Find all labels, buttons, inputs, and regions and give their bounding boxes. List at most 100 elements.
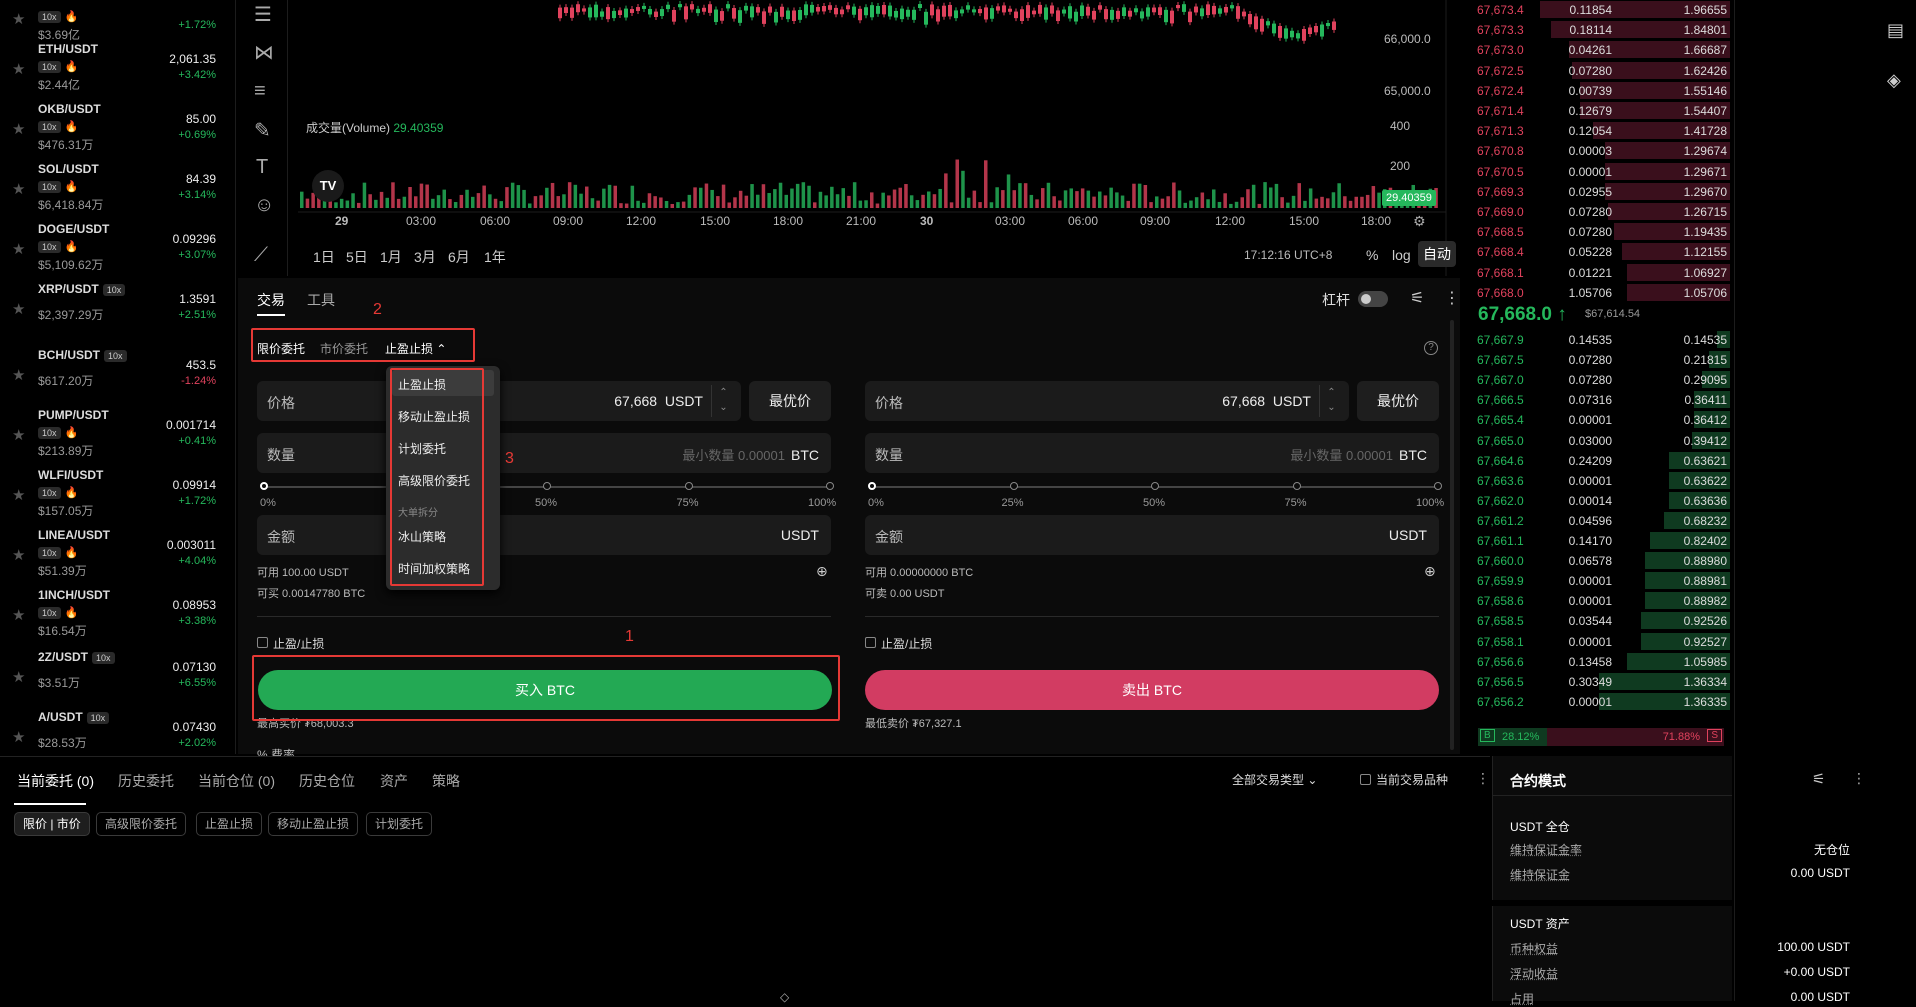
more-icon[interactable]: ⋮ [1852,770,1866,787]
star-icon[interactable]: ★ [12,486,25,504]
symbol-row[interactable]: ★ BCH/USDT 10x $617.20万 453.5 -1.24% [0,342,236,402]
slider-dot[interactable] [1151,482,1159,490]
slider-dot[interactable] [543,482,551,490]
sell-tpsl-checkbox[interactable] [865,637,876,648]
text-icon[interactable]: T [256,156,268,179]
order-type-filter[interactable]: 全部交易类型 ⌄ [1232,771,1317,788]
ruler-icon[interactable]: ⟋ [254,244,268,267]
ask-row[interactable]: 67,673.3 0.18114 1.84801 [1462,20,1732,40]
tab-tools[interactable]: 工具 [307,290,335,310]
bid-row[interactable]: 67,660.0 0.06578 0.88980 [1462,551,1732,571]
more-icon[interactable]: ⋮ [1476,770,1490,787]
ask-row[interactable]: 67,668.0 1.05706 1.05706 [1462,283,1732,303]
ask-row[interactable]: 67,668.1 0.01221 1.06927 [1462,263,1732,283]
candlestick-chart[interactable] [238,0,1460,276]
filter-chip-3[interactable]: 移动止盈止损 [268,812,359,836]
brush-icon[interactable]: ✎ [254,118,271,143]
bid-row[interactable]: 67,665.4 0.00001 0.36412 [1462,410,1732,430]
symbol-row[interactable]: ★ A/USDT 10x $28.53万 0.07430 +2.02% [0,704,236,764]
symbol-row[interactable]: ★ LINEA/USDT 10x 🔥 $51.39万 0.003011 +4.04% [0,522,236,582]
star-icon[interactable]: ★ [12,426,25,444]
sell-amount-input[interactable]: 金额 USDT [865,515,1439,555]
lines-icon[interactable]: ☰ [254,2,272,27]
bid-row[interactable]: 67,659.9 0.00001 0.88981 [1462,571,1732,591]
symbol-row[interactable]: ★ DOGE/USDT 10x 🔥 $5,109.62万 0.09296 +3.07% [0,216,236,276]
transfer-icon[interactable]: ⊕ [816,563,828,580]
symbol-row[interactable]: ★ 2Z/USDT 10x $3.51万 0.07130 +6.55% [0,644,236,704]
tab-trade[interactable]: 交易 [257,290,285,310]
slider-dot[interactable] [868,482,876,490]
bid-row[interactable]: 67,666.5 0.07316 0.36411 [1462,390,1732,410]
filter-chip-2[interactable]: 止盈止损 [196,812,263,836]
timeframe-0[interactable]: 1日 [313,247,335,267]
timeframe-4[interactable]: 6月 [448,247,470,267]
orders-tab-0[interactable]: 当前委托 (0) [17,771,94,791]
ask-row[interactable]: 67,670.5 0.00001 1.29671 [1462,162,1732,182]
pattern-icon[interactable]: ⋈ [254,40,274,65]
star-icon[interactable]: ★ [12,60,25,78]
notes-icon[interactable]: ▤ [1887,20,1904,41]
bid-row[interactable]: 67,656.6 0.13458 1.05985 [1462,652,1732,672]
ask-row[interactable]: 67,671.4 0.12679 1.54407 [1462,101,1732,121]
bid-row[interactable]: 67,658.6 0.00001 0.88982 [1462,591,1732,611]
chart-settings-icon[interactable]: ⚙ [1413,213,1426,230]
ask-row[interactable]: 67,671.3 0.12054 1.41728 [1462,121,1732,141]
star-icon[interactable]: ★ [12,606,25,624]
bid-row[interactable]: 67,667.9 0.14535 0.14535 [1462,330,1732,350]
symbol-row[interactable]: ★ WLFI/USDT 10x 🔥 $157.05万 0.09914 +1.72% [0,462,236,522]
sell-price-input[interactable]: 价格 67,668 USDT ⌃ ⌄ [865,381,1349,421]
orders-tab-1[interactable]: 历史委托 [118,771,174,791]
panel-settings-icon[interactable]: ⚟ [1410,288,1424,308]
ask-row[interactable]: 67,672.4 0.00739 1.55146 [1462,81,1732,101]
leverage-toggle[interactable] [1358,291,1388,307]
panel-scrollbar[interactable] [1450,320,1454,750]
symbol-row[interactable]: ★ SOL/USDT 10x 🔥 $6,418.84万 84.39 +3.14% [0,156,236,216]
ask-row[interactable]: 67,673.4 0.11854 1.96655 [1462,0,1732,20]
star-icon[interactable]: ★ [12,180,25,198]
percent-scale-toggle[interactable]: % [1366,247,1378,263]
more-icon[interactable]: ⋮ [1444,288,1460,308]
symbol-row[interactable]: ★ ETH/USDT 10x 🔥 $2.44亿 2,061.35 +3.42% [0,36,236,96]
bid-row[interactable]: 67,665.0 0.03000 0.39412 [1462,431,1732,451]
bid-row[interactable]: 67,656.2 0.00001 1.36335 [1462,692,1732,712]
log-scale-toggle[interactable]: log [1392,247,1411,263]
slider-dot[interactable] [1292,482,1301,490]
bid-row[interactable]: 67,658.5 0.03544 0.92526 [1462,611,1732,631]
orders-tab-5[interactable]: 策略 [432,771,460,791]
sell-btc-button[interactable]: 卖出 BTC [865,670,1439,710]
symbol-row[interactable]: ★ 1INCH/USDT 10x 🔥 $16.54万 0.08953 +3.38% [0,582,236,642]
star-icon[interactable]: ★ [12,120,25,138]
ask-row[interactable]: 67,668.5 0.07280 1.19435 [1462,222,1732,242]
orders-tab-4[interactable]: 资产 [380,771,408,791]
bid-row[interactable]: 67,661.2 0.04596 0.68232 [1462,511,1732,531]
emoji-icon[interactable]: ☺ [254,194,274,217]
symbol-row[interactable]: ★ OKB/USDT 10x 🔥 $476.31万 85.00 +0.69% [0,96,236,156]
price-chart[interactable] [238,0,1460,276]
symbol-row[interactable]: ★ PUMP/USDT 10x 🔥 $213.89万 0.001714 +0.41% [0,402,236,462]
current-pair-checkbox[interactable] [1360,774,1371,785]
bid-row[interactable]: 67,656.5 0.30349 1.36334 [1462,672,1732,692]
ask-row[interactable]: 67,673.0 0.04261 1.66687 [1462,40,1732,60]
price-stepper[interactable]: ⌃ ⌄ [1319,385,1343,417]
slider-dot[interactable] [1434,482,1442,490]
slider-dot[interactable] [1009,482,1018,490]
filter-chip-1[interactable]: 高级限价委托 [96,812,187,836]
star-icon[interactable]: ★ [12,366,25,384]
filter-chip-0[interactable]: 限价 | 市价 [14,812,90,836]
transfer-icon[interactable]: ⊕ [1424,563,1436,580]
star-icon[interactable]: ★ [12,240,25,258]
timeframe-1[interactable]: 5日 [346,247,368,267]
buy-tpsl-checkbox[interactable] [257,637,268,648]
bid-row[interactable]: 67,663.6 0.00001 0.63622 [1462,471,1732,491]
fib-icon[interactable]: ≡ [254,80,266,103]
buy-quantity-input[interactable]: 数量 最小数量 0.00001 BTC [257,433,831,473]
bid-row[interactable]: 67,662.0 0.00014 0.63636 [1462,491,1732,511]
slider-dot[interactable] [260,482,268,490]
help-icon[interactable]: ? [1424,341,1438,355]
slider-dot[interactable] [826,482,834,490]
ask-row[interactable]: 67,670.8 0.00003 1.29674 [1462,141,1732,161]
buy-amount-input[interactable]: 金额 USDT [257,515,831,555]
bid-row[interactable]: 67,658.1 0.00001 0.92527 [1462,632,1732,652]
slider-dot[interactable] [684,482,693,490]
symbol-row[interactable]: ★ XRP/USDT 10x $2,397.29万 1.3591 +2.51% [0,276,236,336]
